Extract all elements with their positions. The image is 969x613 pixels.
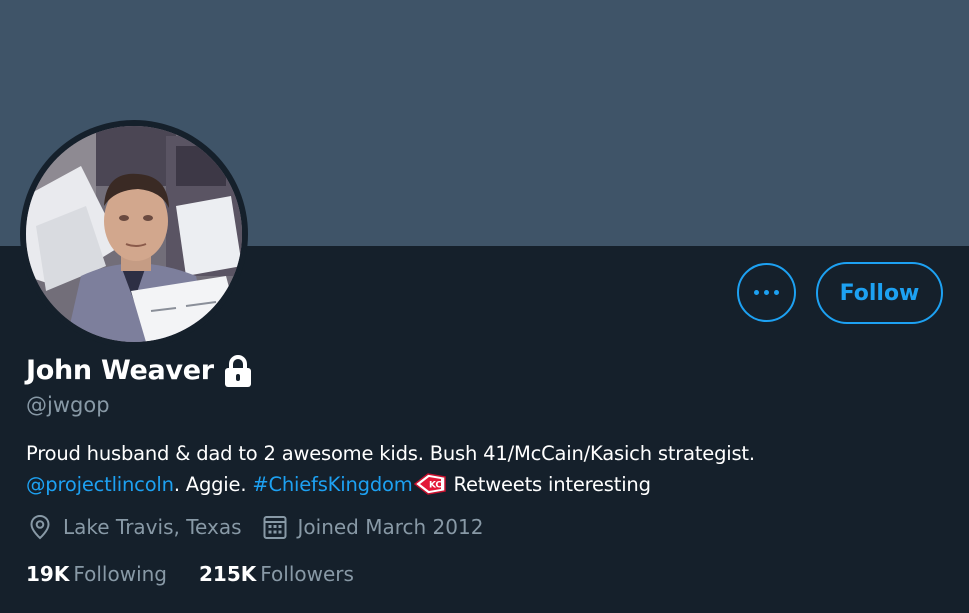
chiefs-logo-icon: KC [413,473,446,495]
avatar[interactable] [26,126,242,342]
calendar-icon [263,516,286,539]
join-date-text: Joined March 2012 [297,515,484,539]
following-stat[interactable]: 19K Following [26,562,167,586]
location-text: Lake Travis, Texas [63,515,242,539]
avatar-ring [20,120,248,348]
more-options-button[interactable] [737,263,796,322]
avatar-photo [26,126,242,342]
follow-stats: 19K Following 215K Followers [26,562,386,586]
bio-text: . Aggie. [173,473,253,496]
more-icon-dot [754,290,759,295]
hashtag-link[interactable]: #ChiefsKingdom [252,473,412,496]
lock-icon [224,355,251,387]
followers-stat[interactable]: 215K Followers [199,562,354,586]
bio: Proud husband & dad to 2 awesome kids. B… [26,438,946,500]
name-row: John Weaver [26,352,254,388]
following-count: 19K [26,562,70,586]
follow-button[interactable]: Follow [816,262,943,324]
more-icon-dot [774,290,779,295]
location: Lake Travis, Texas [27,514,242,540]
followers-count: 215K [199,562,257,586]
location-pin-icon [30,514,50,540]
handle: @jwgop [26,393,110,417]
profile-page: Follow John Weaver @jwgop Proud husband … [0,0,969,613]
following-label: Following [73,562,168,586]
bio-text: Retweets interesting [447,473,651,496]
display-name: John Weaver [26,354,214,386]
svg-text:KC: KC [429,481,442,491]
join-date: Joined March 2012 [262,514,484,540]
mention-link[interactable]: @projectlincoln [26,473,174,496]
more-icon-dot [764,290,769,295]
profile-meta: Lake Travis, Texas Joined March 2012 [27,514,503,540]
bio-text: Proud husband & dad to 2 awesome kids. B… [26,442,755,465]
followers-label: Followers [260,562,354,586]
